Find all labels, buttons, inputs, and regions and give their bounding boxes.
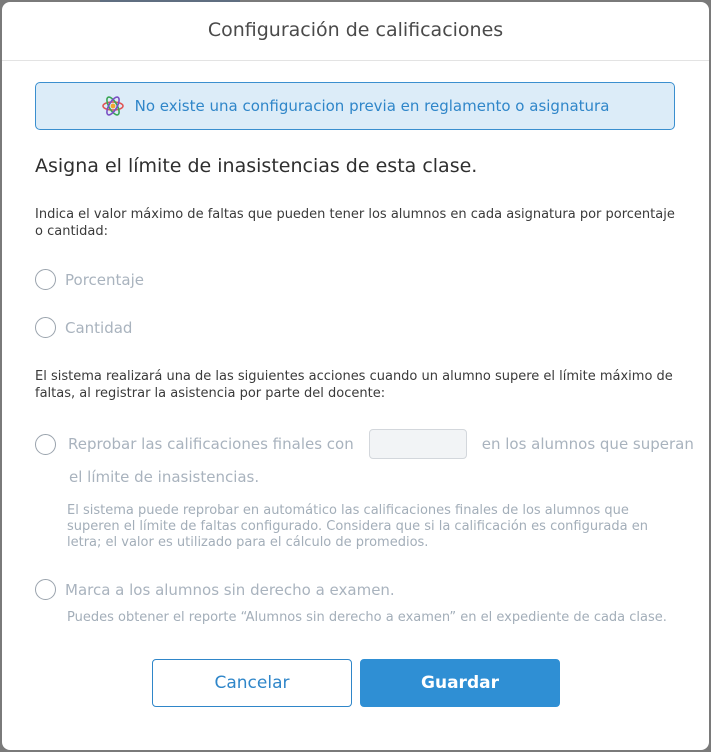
radio-label: Cantidad xyxy=(65,318,133,337)
radio-option-no-exam[interactable]: Marca a los alumnos sin derecho a examen… xyxy=(35,579,395,600)
info-notice: No existe una configuracion previa en re… xyxy=(35,82,675,130)
fail-label-line2: el límite de inasistencias. xyxy=(69,468,260,486)
radio-button[interactable] xyxy=(35,433,56,455)
radio-label: Porcentaje xyxy=(65,270,144,289)
notice-text: No existe una configuracion previa en re… xyxy=(134,97,610,115)
fail-label-after: en los alumnos que superan xyxy=(481,435,694,453)
radio-option-quantity[interactable]: Cantidad xyxy=(35,317,132,338)
radio-button[interactable] xyxy=(35,579,56,600)
cancel-button[interactable]: Cancelar xyxy=(152,659,352,707)
modal-title: Configuración de calificaciones xyxy=(207,19,504,41)
radio-option-percentage[interactable]: Porcentaje xyxy=(35,269,144,290)
atom-icon xyxy=(101,94,125,118)
radio-button[interactable] xyxy=(35,317,56,338)
fail-grade-input[interactable] xyxy=(368,429,467,459)
fail-label-line2-row: el límite de inasistencias. xyxy=(69,468,259,486)
save-button[interactable]: Guardar xyxy=(360,659,560,707)
actions-help-text: El sistema realizará una de las siguient… xyxy=(35,369,673,401)
radio-option-fail-grades[interactable]: Reprobar las calificaciones finales con … xyxy=(35,429,694,459)
grades-config-modal: Configuración de calificaciones No exist… xyxy=(2,2,709,750)
fail-description: El sistema puede reprobar en automático … xyxy=(67,503,648,550)
exam-label: Marca a los alumnos sin derecho a examen… xyxy=(65,580,395,599)
limit-help-text: Indica el valor máximo de faltas que pue… xyxy=(35,207,675,239)
section-title: Asigna el límite de inasistencias de est… xyxy=(35,155,478,177)
radio-button[interactable] xyxy=(35,269,56,290)
fail-label-before: Reprobar las calificaciones finales con xyxy=(68,435,354,453)
exam-description: Puedes obtener el reporte “Alumnos sin d… xyxy=(67,610,667,625)
modal-header: Configuración de calificaciones xyxy=(2,2,709,61)
